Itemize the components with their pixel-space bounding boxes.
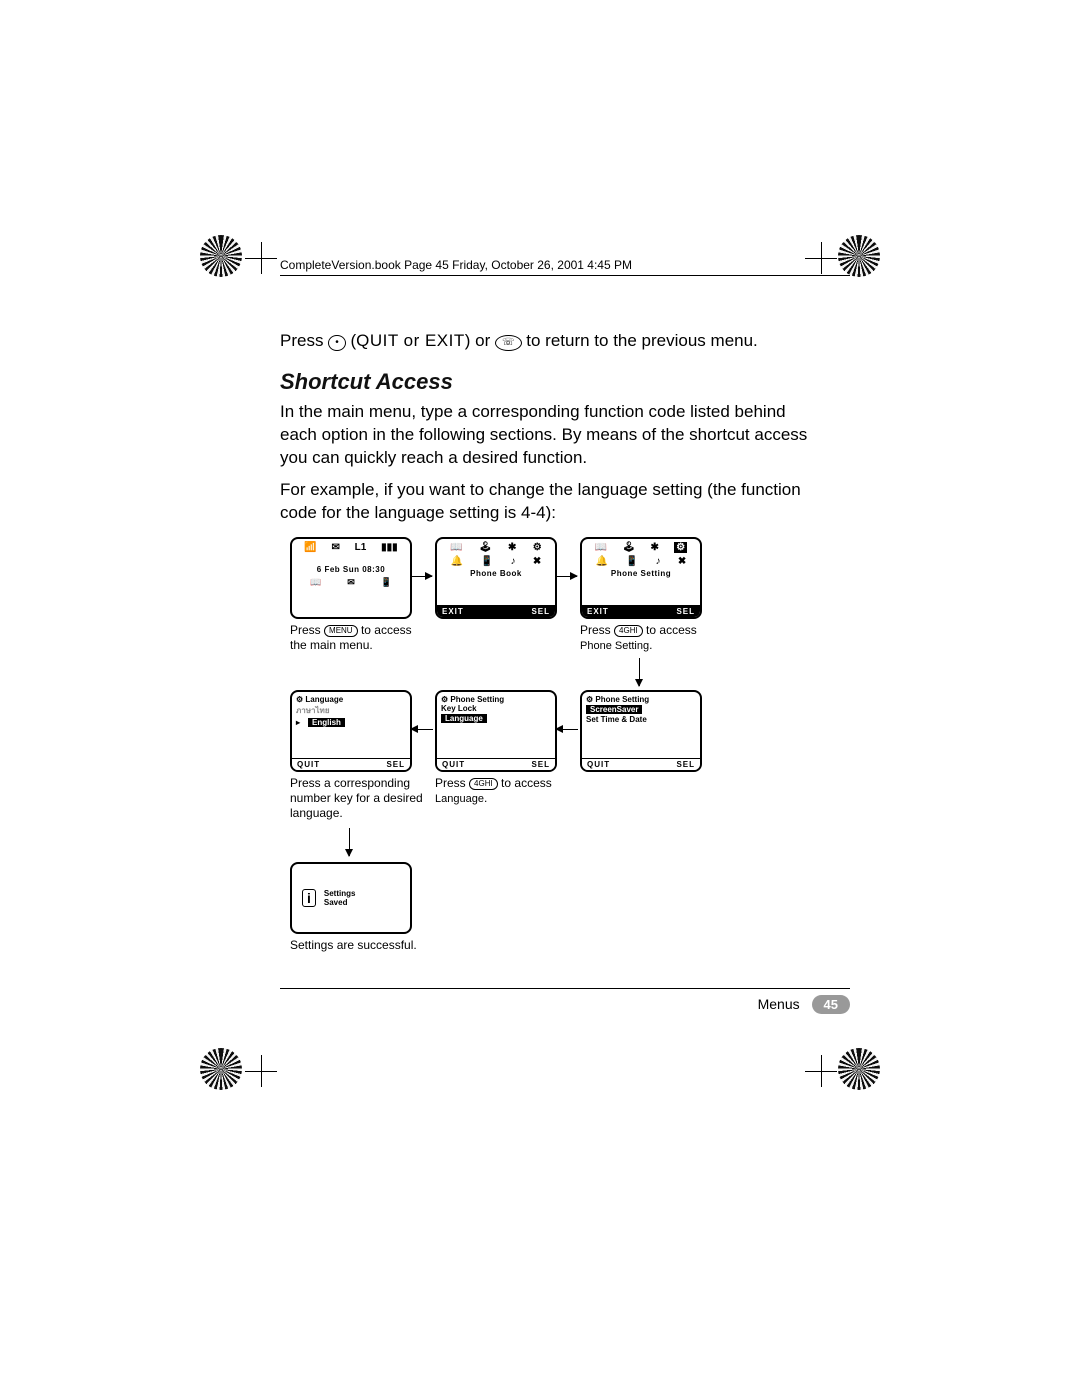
screen-language-menu: ⚙ Language ภาษาไทย ▸English QUITSEL [290, 690, 412, 772]
caption-phonesetting: Press 4GHI to access Phone Setting. [580, 623, 720, 654]
pdf-header: CompleteVersion.book Page 45 Friday, Oct… [280, 258, 850, 276]
softkey-sel: SEL [531, 760, 550, 769]
crop-mark [805, 1055, 837, 1087]
arrow-icon [349, 828, 350, 856]
ps-settime: Set Time & Date [582, 715, 700, 724]
softkey-quit: QUIT [442, 760, 465, 769]
ps-title: Phone Setting [450, 695, 504, 704]
page-footer: Menus 45 [280, 988, 850, 1014]
print-mark [200, 235, 242, 277]
saved-line1: Settings [324, 889, 356, 898]
screen-phonesetting-list2: ⚙ Phone Setting Key Lock Language QUITSE… [435, 690, 557, 772]
caption-language: Press a corresponding number key for a d… [290, 776, 430, 821]
cap-target: Language [435, 793, 484, 805]
menu-title-phonesetting: Phone Setting [582, 567, 700, 578]
lang-title: Language [305, 695, 343, 704]
caption-saved: Settings are successful. [290, 938, 430, 953]
paragraph-1: In the main menu, type a corresponding f… [280, 401, 810, 470]
arrow-icon [411, 729, 433, 730]
softkey-quit: QUIT [587, 760, 610, 769]
print-mark [838, 1048, 880, 1090]
arrow-icon [555, 576, 577, 577]
end-key-icon: ☏ [495, 335, 522, 351]
or-word: or [475, 331, 490, 350]
screen-phonebook: 📖🕹✱⚙ 🔔📱♪✖ Phone Book EXITSEL [435, 537, 557, 619]
screen-phonesetting: 📖🕹✱⚙ 🔔📱♪✖ Phone Setting EXITSEL [580, 537, 702, 619]
arrow-icon [410, 576, 432, 577]
softkey-sel: SEL [676, 760, 695, 769]
print-mark [200, 1048, 242, 1090]
press-word: Press [280, 331, 323, 350]
softkey-exit: EXIT [442, 607, 464, 616]
4-key-icon: 4GHI [469, 778, 498, 790]
line-indicator: L1 [355, 542, 367, 553]
softkey-icon: • [328, 335, 346, 351]
press-line: Press • (QUIT or EXIT) or ☏ to return to… [280, 330, 810, 353]
cap-press: Press [580, 623, 611, 637]
lang-thai: ภาษาไทย [292, 704, 410, 717]
return-text: to return to the previous menu. [526, 331, 758, 350]
cap-target: Phone Setting [580, 640, 649, 652]
arrow-icon [639, 658, 640, 686]
cap-rest: to access [646, 623, 697, 637]
menu-title-phonebook: Phone Book [437, 567, 555, 578]
lang-english: English [308, 718, 345, 727]
ps-keylock: Key Lock [437, 704, 555, 713]
screen-phonesetting-list1: ⚙ Phone Setting ScreenSaver Set Time & D… [580, 690, 702, 772]
arrow-icon [556, 729, 578, 730]
footer-label: Menus [758, 996, 800, 1012]
idle-date: 6 Feb Sun 08:30 [292, 553, 410, 574]
4-key-icon: 4GHI [614, 625, 643, 637]
softkey-sel: SEL [531, 607, 550, 616]
ps-language: Language [441, 714, 487, 723]
caption-idle: Press MENU to access the main menu. [290, 623, 430, 653]
caption-ps-language: Press 4GHI to access Language. [435, 776, 575, 807]
softkey-quit: QUIT [297, 760, 320, 769]
screen-settings-saved: i Settings Saved [290, 862, 412, 934]
section-heading: Shortcut Access [280, 367, 810, 397]
saved-line2: Saved [324, 898, 356, 907]
crop-mark [245, 242, 277, 274]
softkey-exit: EXIT [587, 607, 609, 616]
quit-exit-keys: QUIT or EXIT [356, 331, 465, 350]
header-text: CompleteVersion.book Page 45 Friday, Oct… [280, 258, 632, 272]
softkey-sel: SEL [676, 607, 695, 616]
cap-rest: to access [501, 776, 552, 790]
menu-key-icon: MENU [324, 625, 358, 637]
softkey-sel: SEL [386, 760, 405, 769]
ps-title: Phone Setting [595, 695, 649, 704]
paragraph-2: For example, if you want to change the l… [280, 479, 810, 525]
screen-idle: 📶✉L1▮▮▮ 6 Feb Sun 08:30 📖✉📱 [290, 537, 412, 619]
cap-press: Press [435, 776, 466, 790]
ps-screensaver: ScreenSaver [586, 705, 642, 714]
page-number: 45 [812, 995, 850, 1014]
cap-press: Press [290, 623, 321, 637]
crop-mark [245, 1055, 277, 1087]
